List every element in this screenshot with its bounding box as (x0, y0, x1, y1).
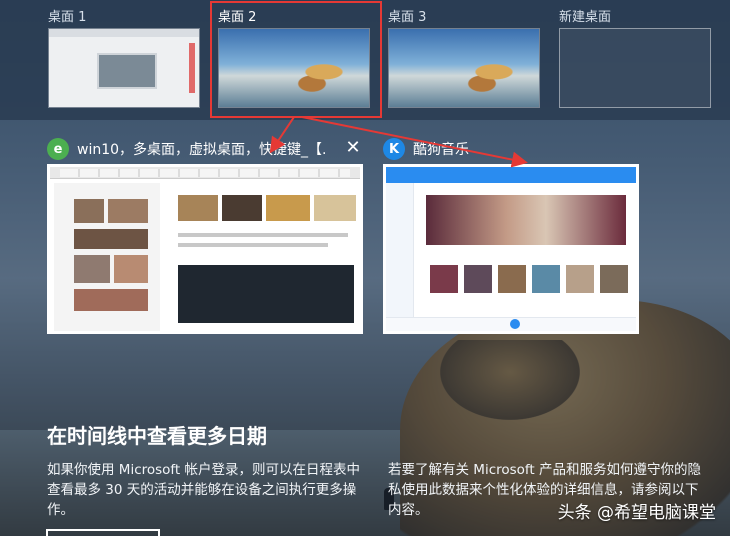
desktop-1[interactable]: 桌面 1 (48, 8, 200, 108)
window-browser-title: win10，多桌面，虚拟桌面，快捷键_【... (77, 142, 327, 158)
window-kugou-music[interactable]: K 酷狗音乐 (383, 136, 639, 334)
desktop-3-thumbnail[interactable] (388, 28, 540, 108)
timeline-left-text: 如果你使用 Microsoft 帐户登录，则可以在日程表中查看最多 30 天的活… (47, 462, 361, 518)
desktop-3-label: 桌面 3 (388, 10, 427, 25)
new-desktop-label: 新建桌面 (559, 10, 612, 25)
kugou-music-icon: K (383, 138, 405, 160)
ie-browser-icon: e (47, 138, 69, 160)
desktop-1-thumbnail[interactable] (48, 28, 200, 108)
desktop-3[interactable]: 桌面 3 (388, 8, 540, 108)
window-kugou-title: 酷狗音乐 (413, 142, 469, 158)
timeline-heading: 在时间线中查看更多日期 (47, 424, 267, 448)
close-icon[interactable]: ✕ (343, 138, 363, 158)
desktop-1-label: 桌面 1 (48, 10, 87, 25)
new-desktop-button[interactable] (559, 28, 711, 108)
window-browser-thumbnail[interactable] (47, 164, 363, 334)
timeline-button[interactable] (46, 529, 160, 536)
play-icon (510, 319, 520, 329)
watermark: 头条 @希望电脑课堂 (557, 503, 716, 523)
new-desktop[interactable]: 新建桌面 (559, 8, 711, 108)
virtual-desktops-bar: 桌面 1 桌面 2 桌面 3 新建桌面 (0, 0, 730, 120)
selected-desktop-highlight (210, 1, 382, 118)
window-kugou-thumbnail[interactable] (383, 164, 639, 334)
window-browser[interactable]: e win10，多桌面，虚拟桌面，快捷键_【... ✕ (47, 136, 363, 334)
